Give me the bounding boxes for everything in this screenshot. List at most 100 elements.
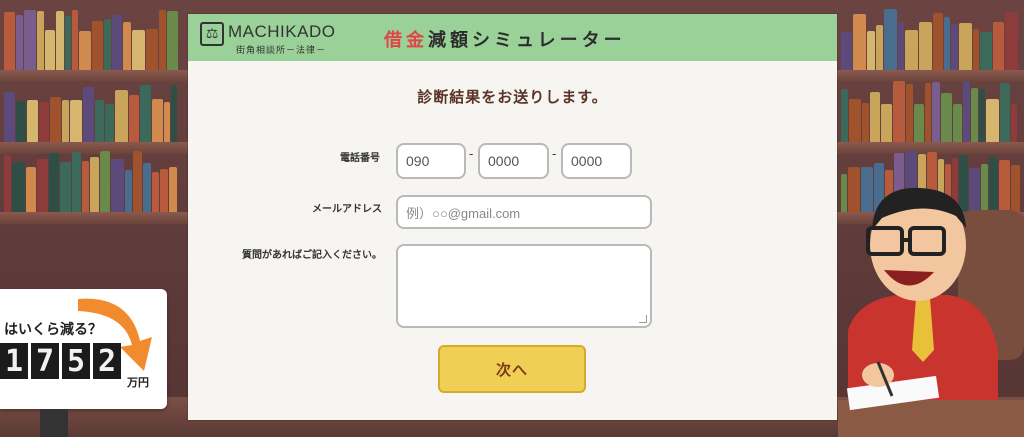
book [125,170,132,212]
book [16,15,23,70]
book-row [0,8,188,70]
book [979,89,985,142]
book [100,151,110,212]
question-textarea[interactable] [396,244,652,328]
book [953,104,962,142]
book [941,93,952,142]
counter-question: はいくら減る？ [4,322,102,338]
book [898,22,904,70]
book [16,101,26,142]
email-label: メールアドレス [312,204,382,215]
book [963,81,970,142]
book [971,88,978,142]
counter-digits: 1 7 5 2 [0,343,121,379]
phone-part3-input[interactable]: 0000 [561,143,632,179]
book-row [837,80,1024,142]
book [143,163,151,212]
shelf-board [0,212,188,224]
logo-subtitle: 街角相談所－法律－ [236,46,327,56]
book [50,97,61,142]
email-input[interactable]: 例）○○@gmail.com [396,195,652,229]
book [4,92,15,142]
counter-digit: 2 [93,343,121,379]
phone-part2-input[interactable]: 0000 [478,143,549,179]
book [867,31,875,70]
book [60,162,71,212]
question-label: 質問があればご記入ください。 [242,250,382,261]
counter-unit: 万円 [127,376,149,389]
book [881,104,892,142]
book [876,25,883,70]
book-row [837,8,1024,70]
logo-name: MACHIKADO [228,22,336,41]
book [56,11,64,70]
book [105,104,114,142]
book [1000,83,1010,142]
book [90,157,99,212]
page-title-rest: 減額シミュレーター [428,30,626,51]
book [45,30,55,70]
book [152,99,163,142]
counter-digit: 1 [0,343,28,379]
book [1011,104,1017,142]
book [115,90,128,142]
book [884,9,897,70]
book [140,85,151,142]
book [841,89,848,142]
book [980,32,992,70]
book [72,152,81,212]
book [83,87,94,142]
lawyer-character-illustration [838,187,1024,437]
page-title-accent: 借金 [384,30,428,51]
book [79,31,91,70]
counter-stand [40,409,68,437]
book [973,29,979,70]
book [171,85,177,142]
book-row [0,80,188,142]
book [146,29,158,70]
book [951,24,958,70]
book [870,92,880,142]
book [72,10,78,70]
book [914,104,924,142]
book [159,10,166,70]
book [919,22,932,70]
book [893,81,905,142]
book [49,153,59,212]
book [169,167,177,212]
next-button[interactable]: 次へ [438,345,586,393]
book [37,159,48,212]
book [906,84,913,142]
page-title: 借金減額シミュレーター [384,26,626,52]
book [129,95,139,142]
book [82,161,89,212]
book [164,102,170,142]
phone-part1-input[interactable]: 090 [396,143,466,179]
book [905,30,918,70]
panel-header: ⚖ MACHIKADO 街角相談所－法律－ 借金減額シミュレーター [188,14,837,61]
book [959,23,972,70]
book [133,151,142,212]
book [39,102,49,142]
book [849,99,861,142]
book [993,22,1004,70]
book [95,100,104,142]
book [24,10,36,70]
phone-separator-2: - [552,147,557,161]
book [27,100,38,142]
book [26,167,36,212]
book [160,169,168,212]
book [1005,12,1018,70]
phone-label: 電話番号 [340,153,380,164]
book [62,100,69,142]
simulator-panel: ⚖ MACHIKADO 街角相談所－法律－ 借金減額シミュレーター 診断結果をお… [188,14,837,420]
book [841,32,852,70]
book [853,14,866,70]
machikado-logo[interactable]: ⚖ MACHIKADO 街角相談所－法律－ [200,22,340,56]
book [932,82,940,142]
book [112,15,122,70]
book [37,11,44,70]
book [65,16,71,70]
resize-handle-icon[interactable] [639,315,647,323]
book [925,83,931,142]
